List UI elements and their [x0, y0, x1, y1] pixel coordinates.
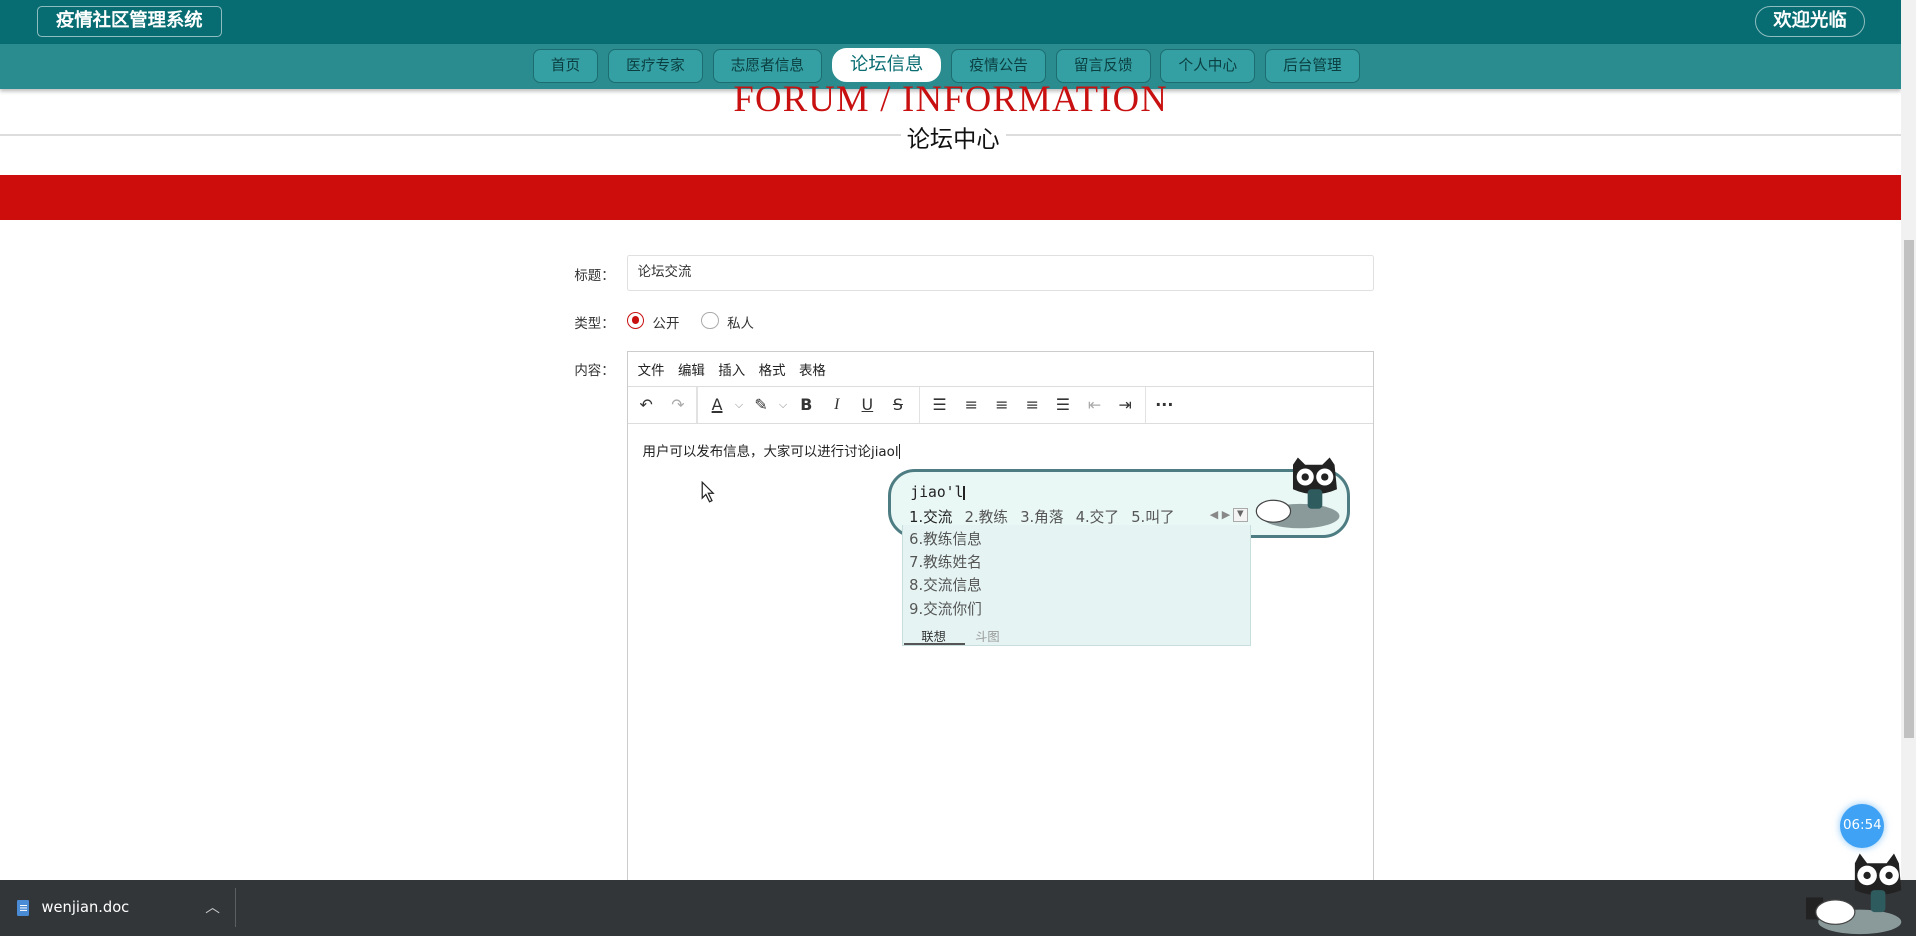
ime-candidate[interactable]: 6.教练信息: [909, 528, 982, 549]
welcome-button[interactable]: 欢迎光临: [1755, 6, 1865, 37]
ime-caret: [963, 485, 965, 501]
menu-format[interactable]: 格式: [759, 359, 786, 379]
toolbar-separator: [696, 387, 698, 423]
bold-icon[interactable]: B: [795, 394, 817, 416]
editor-content[interactable]: 用户可以发布信息，大家可以进行讨论jiaol: [643, 440, 900, 460]
highlight-color-icon[interactable]: ✎: [750, 394, 772, 416]
italic-icon[interactable]: I: [826, 394, 848, 416]
align-right-icon[interactable]: ≡: [1021, 394, 1043, 416]
radio-public[interactable]: [626, 311, 644, 329]
align-left-icon[interactable]: ≡: [960, 394, 982, 416]
more-icon[interactable]: ···: [1153, 394, 1175, 416]
editor-content-text: 用户可以发布信息，大家可以进行讨论jiaol: [642, 444, 899, 460]
ime-candidate[interactable]: 1.交流: [909, 506, 952, 527]
redo-icon[interactable]: ↷: [667, 394, 689, 416]
download-filename: wenjian.doc: [41, 899, 130, 917]
radio-public-label[interactable]: 公开: [653, 312, 680, 332]
text-color-icon[interactable]: A: [706, 394, 728, 416]
content-label: 内容：: [574, 364, 615, 380]
ime-pinyin-text: jiao'l: [910, 483, 964, 501]
menu-file[interactable]: 文件: [638, 359, 665, 379]
radio-private[interactable]: [701, 311, 719, 329]
red-banner: [0, 174, 1902, 220]
site-brand[interactable]: 疫情社区管理系统: [36, 6, 222, 37]
download-item[interactable]: wenjian.doc: [17, 899, 129, 916]
ime-candidates-row: 1.交流 2.教练 3.角落 4.交了 5.叫了: [909, 506, 1174, 527]
ime-pinyin: jiao'l: [910, 483, 965, 501]
ime-candidate[interactable]: 5.叫了: [1131, 506, 1174, 527]
undo-icon[interactable]: ↶: [635, 394, 657, 416]
toolbar-separator: [1144, 387, 1146, 423]
scrollbar-thumb[interactable]: [1903, 239, 1914, 739]
ime-candidate[interactable]: 7.教练姓名: [909, 551, 982, 572]
ime-candidate[interactable]: 3.角落: [1020, 506, 1063, 527]
floating-timer[interactable]: 06:54: [1840, 804, 1885, 849]
ime-page-arrows-icon[interactable]: ◀ ▶: [1210, 508, 1230, 521]
underline-icon[interactable]: U: [856, 394, 878, 416]
strikethrough-icon[interactable]: S: [887, 394, 909, 416]
toolbar-separator: [918, 387, 920, 423]
menu-edit[interactable]: 编辑: [678, 359, 705, 379]
ime-candidate[interactable]: 4.交了: [1076, 506, 1119, 527]
align-justify-icon[interactable]: ☰: [1052, 394, 1074, 416]
outdent-icon[interactable]: ⇤: [1084, 394, 1106, 416]
ime-expand-icon[interactable]: ▼: [1232, 508, 1248, 522]
top-header: 疫情社区管理系统 欢迎光临: [0, 0, 1902, 44]
mouse-cursor-icon: [702, 481, 716, 504]
menu-table[interactable]: 表格: [799, 359, 826, 379]
editor-toolbar: ↶ ↷ A ⌵ ✎ ⌵ B I U S ☰ ≡ ≡ ≡ ☰ ⇤ ⇥ ···: [627, 387, 1373, 424]
ime-candidate[interactable]: 2.教练: [965, 506, 1008, 527]
highlight-dropdown-icon[interactable]: ⌵: [772, 394, 794, 416]
chevron-up-icon[interactable]: ︿: [205, 896, 220, 917]
ime-candidate[interactable]: 8.交流信息: [909, 574, 982, 595]
download-bar: wenjian.doc ︿: [0, 879, 1916, 936]
type-label: 类型：: [574, 316, 615, 332]
line-height-icon[interactable]: ☰: [928, 394, 950, 416]
text-caret: [898, 444, 900, 459]
radio-private-label[interactable]: 私人: [727, 312, 754, 332]
page-title-cn: 论坛中心: [900, 119, 1006, 154]
editor-menubar: 文件 编辑 插入 格式 表格: [627, 352, 1373, 388]
menu-insert[interactable]: 插入: [718, 359, 745, 379]
ime-mascot-icon: [1255, 457, 1340, 528]
title-input[interactable]: 论坛交流: [626, 255, 1374, 291]
corner-mascot-icon: [1806, 852, 1902, 934]
download-separator: [234, 888, 236, 928]
align-center-icon[interactable]: ≡: [991, 394, 1013, 416]
document-icon: [17, 899, 30, 916]
ime-tab-sticker[interactable]: 斗图: [975, 627, 999, 645]
page-title-en: FORUM / INFORMATION: [733, 77, 1169, 119]
text-color-dropdown-icon[interactable]: ⌵: [728, 394, 750, 416]
ime-candidate[interactable]: 9.交流你们: [909, 598, 982, 619]
ime-tab-indicator: [904, 642, 966, 646]
indent-icon[interactable]: ⇥: [1114, 394, 1136, 416]
title-label: 标题：: [574, 268, 615, 284]
